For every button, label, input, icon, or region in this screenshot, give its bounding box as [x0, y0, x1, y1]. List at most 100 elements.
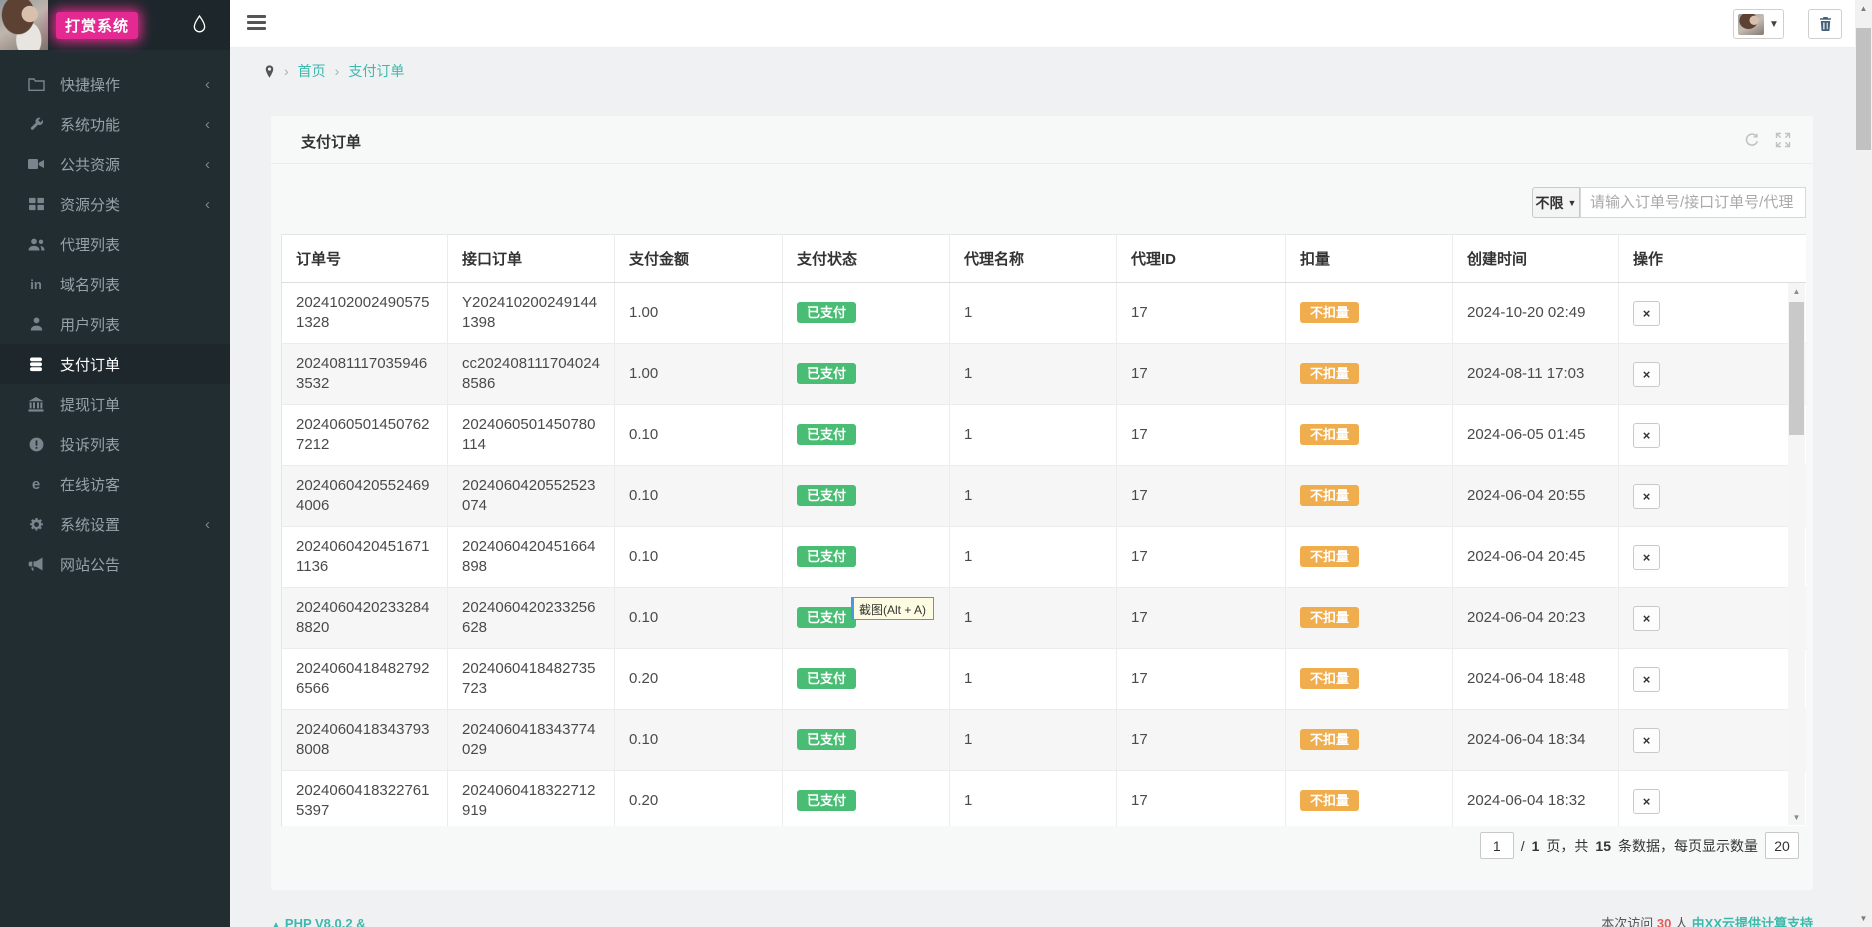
per-page-input[interactable] — [1765, 832, 1799, 859]
delete-row-button[interactable]: × — [1633, 362, 1660, 387]
orders-table: 订单号接口订单支付金额支付状态代理名称代理ID扣量创建时间操作 20241020… — [281, 234, 1806, 826]
breadcrumb-current[interactable]: 支付订单 — [348, 61, 404, 81]
delete-row-button[interactable]: × — [1633, 667, 1660, 692]
order-number-cell: 20241020024905751328 — [282, 283, 448, 344]
column-header: 支付金额 — [615, 235, 783, 283]
sidebar-item-13[interactable]: 网站公告‹ — [0, 544, 230, 584]
sidebar-item-6[interactable]: in域名列表‹ — [0, 264, 230, 304]
api-order-number-cell: 2024060501450780114 — [448, 405, 615, 466]
status-cell: 已支付 — [783, 283, 950, 344]
database-icon — [27, 356, 45, 372]
scroll-down-icon[interactable]: ▼ — [1855, 910, 1872, 927]
table-scrollbar-thumb[interactable] — [1789, 302, 1804, 435]
order-number-cell: 20240605014507627212 — [282, 405, 448, 466]
sidebar-item-8[interactable]: 支付订单‹ — [0, 344, 230, 384]
api-order-number-cell: Y2024102002491441398 — [448, 283, 615, 344]
bank-icon — [27, 396, 45, 412]
breadcrumb-home-link[interactable]: 首页 — [298, 61, 326, 81]
action-cell: × — [1619, 466, 1807, 527]
delete-row-button[interactable]: × — [1633, 728, 1660, 753]
status-cell: 已支付 — [783, 771, 950, 827]
table-scrollbar[interactable]: ▲ ▼ — [1788, 283, 1805, 825]
search-input[interactable] — [1580, 187, 1806, 218]
order-number-cell: 20240811170359463532 — [282, 344, 448, 405]
trash-button[interactable] — [1808, 9, 1842, 39]
scroll-up-icon[interactable]: ▲ — [1855, 0, 1872, 17]
sidebar-item-1[interactable]: 快捷操作‹ — [0, 64, 230, 104]
sidebar-item-7[interactable]: 用户列表‹ — [0, 304, 230, 344]
table-row: 20240811170359463532cc202408111704024858… — [282, 344, 1807, 405]
deduct-badge: 不扣量 — [1300, 424, 1359, 445]
table-header-row: 订单号接口订单支付金额支付状态代理名称代理ID扣量创建时间操作 — [282, 235, 1807, 283]
brand-avatar — [0, 0, 48, 50]
table-row: 2024060420233284882020240604202332566280… — [282, 588, 1807, 649]
sidebar-item-5[interactable]: 代理列表‹ — [0, 224, 230, 264]
fullscreen-icon[interactable] — [1775, 132, 1791, 148]
table-row: 2024060418322761539720240604183227129190… — [282, 771, 1807, 827]
api-order-number-cell: 2024060418322712919 — [448, 771, 615, 827]
sidebar-item-12[interactable]: 系统设置‹ — [0, 504, 230, 544]
sidebar-item-4[interactable]: 资源分类‹ — [0, 184, 230, 224]
sidebar-item-label: 用户列表 — [60, 314, 120, 335]
chevron-left-icon: ‹ — [205, 116, 210, 133]
api-order-number-cell: cc2024081117040248586 — [448, 344, 615, 405]
table-row: 2024060418482792656620240604184827357230… — [282, 649, 1807, 710]
agent-id-cell: 17 — [1117, 405, 1286, 466]
column-header: 代理ID — [1117, 235, 1286, 283]
top-navbar: ▼ — [230, 0, 1872, 48]
sidebar-item-2[interactable]: 系统功能‹ — [0, 104, 230, 144]
footer: ▲PHP V8.0.2 & 本次访问 30 人 由XX云提供计算支持 — [271, 916, 1813, 927]
orders-table-wrap: 订单号接口订单支付金额支付状态代理名称代理ID扣量创建时间操作 20241020… — [281, 234, 1806, 826]
action-cell: × — [1619, 771, 1807, 827]
column-header: 订单号 — [282, 235, 448, 283]
card-header: 支付订单 — [271, 116, 1813, 164]
refresh-icon[interactable] — [1744, 132, 1760, 148]
sidebar-item-9[interactable]: 提现订单‹ — [0, 384, 230, 424]
sidebar-item-10[interactable]: 投诉列表‹ — [0, 424, 230, 464]
delete-row-button[interactable]: × — [1633, 606, 1660, 631]
agent-id-cell: 17 — [1117, 283, 1286, 344]
page-scrollbar-thumb[interactable] — [1856, 28, 1871, 150]
scroll-down-icon[interactable]: ▼ — [1788, 809, 1805, 825]
agent-name-cell: 1 — [950, 710, 1117, 771]
logo-row[interactable]: 打赏系统 — [0, 0, 230, 50]
deduct-cell: 不扣量 — [1286, 466, 1453, 527]
status-cell: 已支付 — [783, 405, 950, 466]
status-cell: 已支付 — [783, 649, 950, 710]
scroll-up-icon[interactable]: ▲ — [1788, 283, 1805, 299]
pagination-total-pages: 1 — [1532, 838, 1540, 854]
sidebar-toggle-icon[interactable] — [247, 15, 266, 32]
pagination-label: 页，共 — [1546, 836, 1588, 856]
agent-name-cell: 1 — [950, 344, 1117, 405]
footer-link[interactable]: 由XX云提供计算支持 — [1692, 916, 1813, 927]
order-number-cell: 20240604202332848820 — [282, 588, 448, 649]
status-badge: 已支付 — [797, 546, 856, 567]
agent-name-cell: 1 — [950, 771, 1117, 827]
table-row: 2024060420451671113620240604204516648980… — [282, 527, 1807, 588]
users-icon — [27, 236, 45, 252]
deduct-badge: 不扣量 — [1300, 668, 1359, 689]
order-number-cell: 20240604183437938008 — [282, 710, 448, 771]
chevron-left-icon: ‹ — [205, 196, 210, 213]
chevron-left-icon: ‹ — [205, 156, 210, 173]
column-header: 操作 — [1619, 235, 1807, 283]
sidebar-item-label: 系统设置 — [60, 514, 120, 535]
delete-row-button[interactable]: × — [1633, 484, 1660, 509]
sidebar-menu: 快捷操作‹系统功能‹公共资源‹资源分类‹代理列表‹in域名列表‹用户列表‹支付订… — [0, 50, 230, 584]
filter-dropdown-button[interactable]: 不限▼ — [1532, 187, 1580, 218]
user-menu-button[interactable]: ▼ — [1733, 9, 1784, 39]
delete-row-button[interactable]: × — [1633, 423, 1660, 448]
caret-up-icon: ▲ — [271, 920, 281, 927]
payment-orders-card: 支付订单 不限▼ — [271, 116, 1813, 890]
status-badge: 已支付 — [797, 790, 856, 811]
agent-id-cell: 17 — [1117, 344, 1286, 405]
deduct-badge: 不扣量 — [1300, 729, 1359, 750]
page-scrollbar[interactable]: ▲ ▼ — [1855, 0, 1872, 927]
sidebar-item-11[interactable]: e在线访客‹ — [0, 464, 230, 504]
breadcrumb-separator: › — [284, 63, 289, 79]
sidebar-item-3[interactable]: 公共资源‹ — [0, 144, 230, 184]
delete-row-button[interactable]: × — [1633, 545, 1660, 570]
delete-row-button[interactable]: × — [1633, 301, 1660, 326]
page-number-input[interactable] — [1480, 832, 1514, 859]
delete-row-button[interactable]: × — [1633, 789, 1660, 814]
